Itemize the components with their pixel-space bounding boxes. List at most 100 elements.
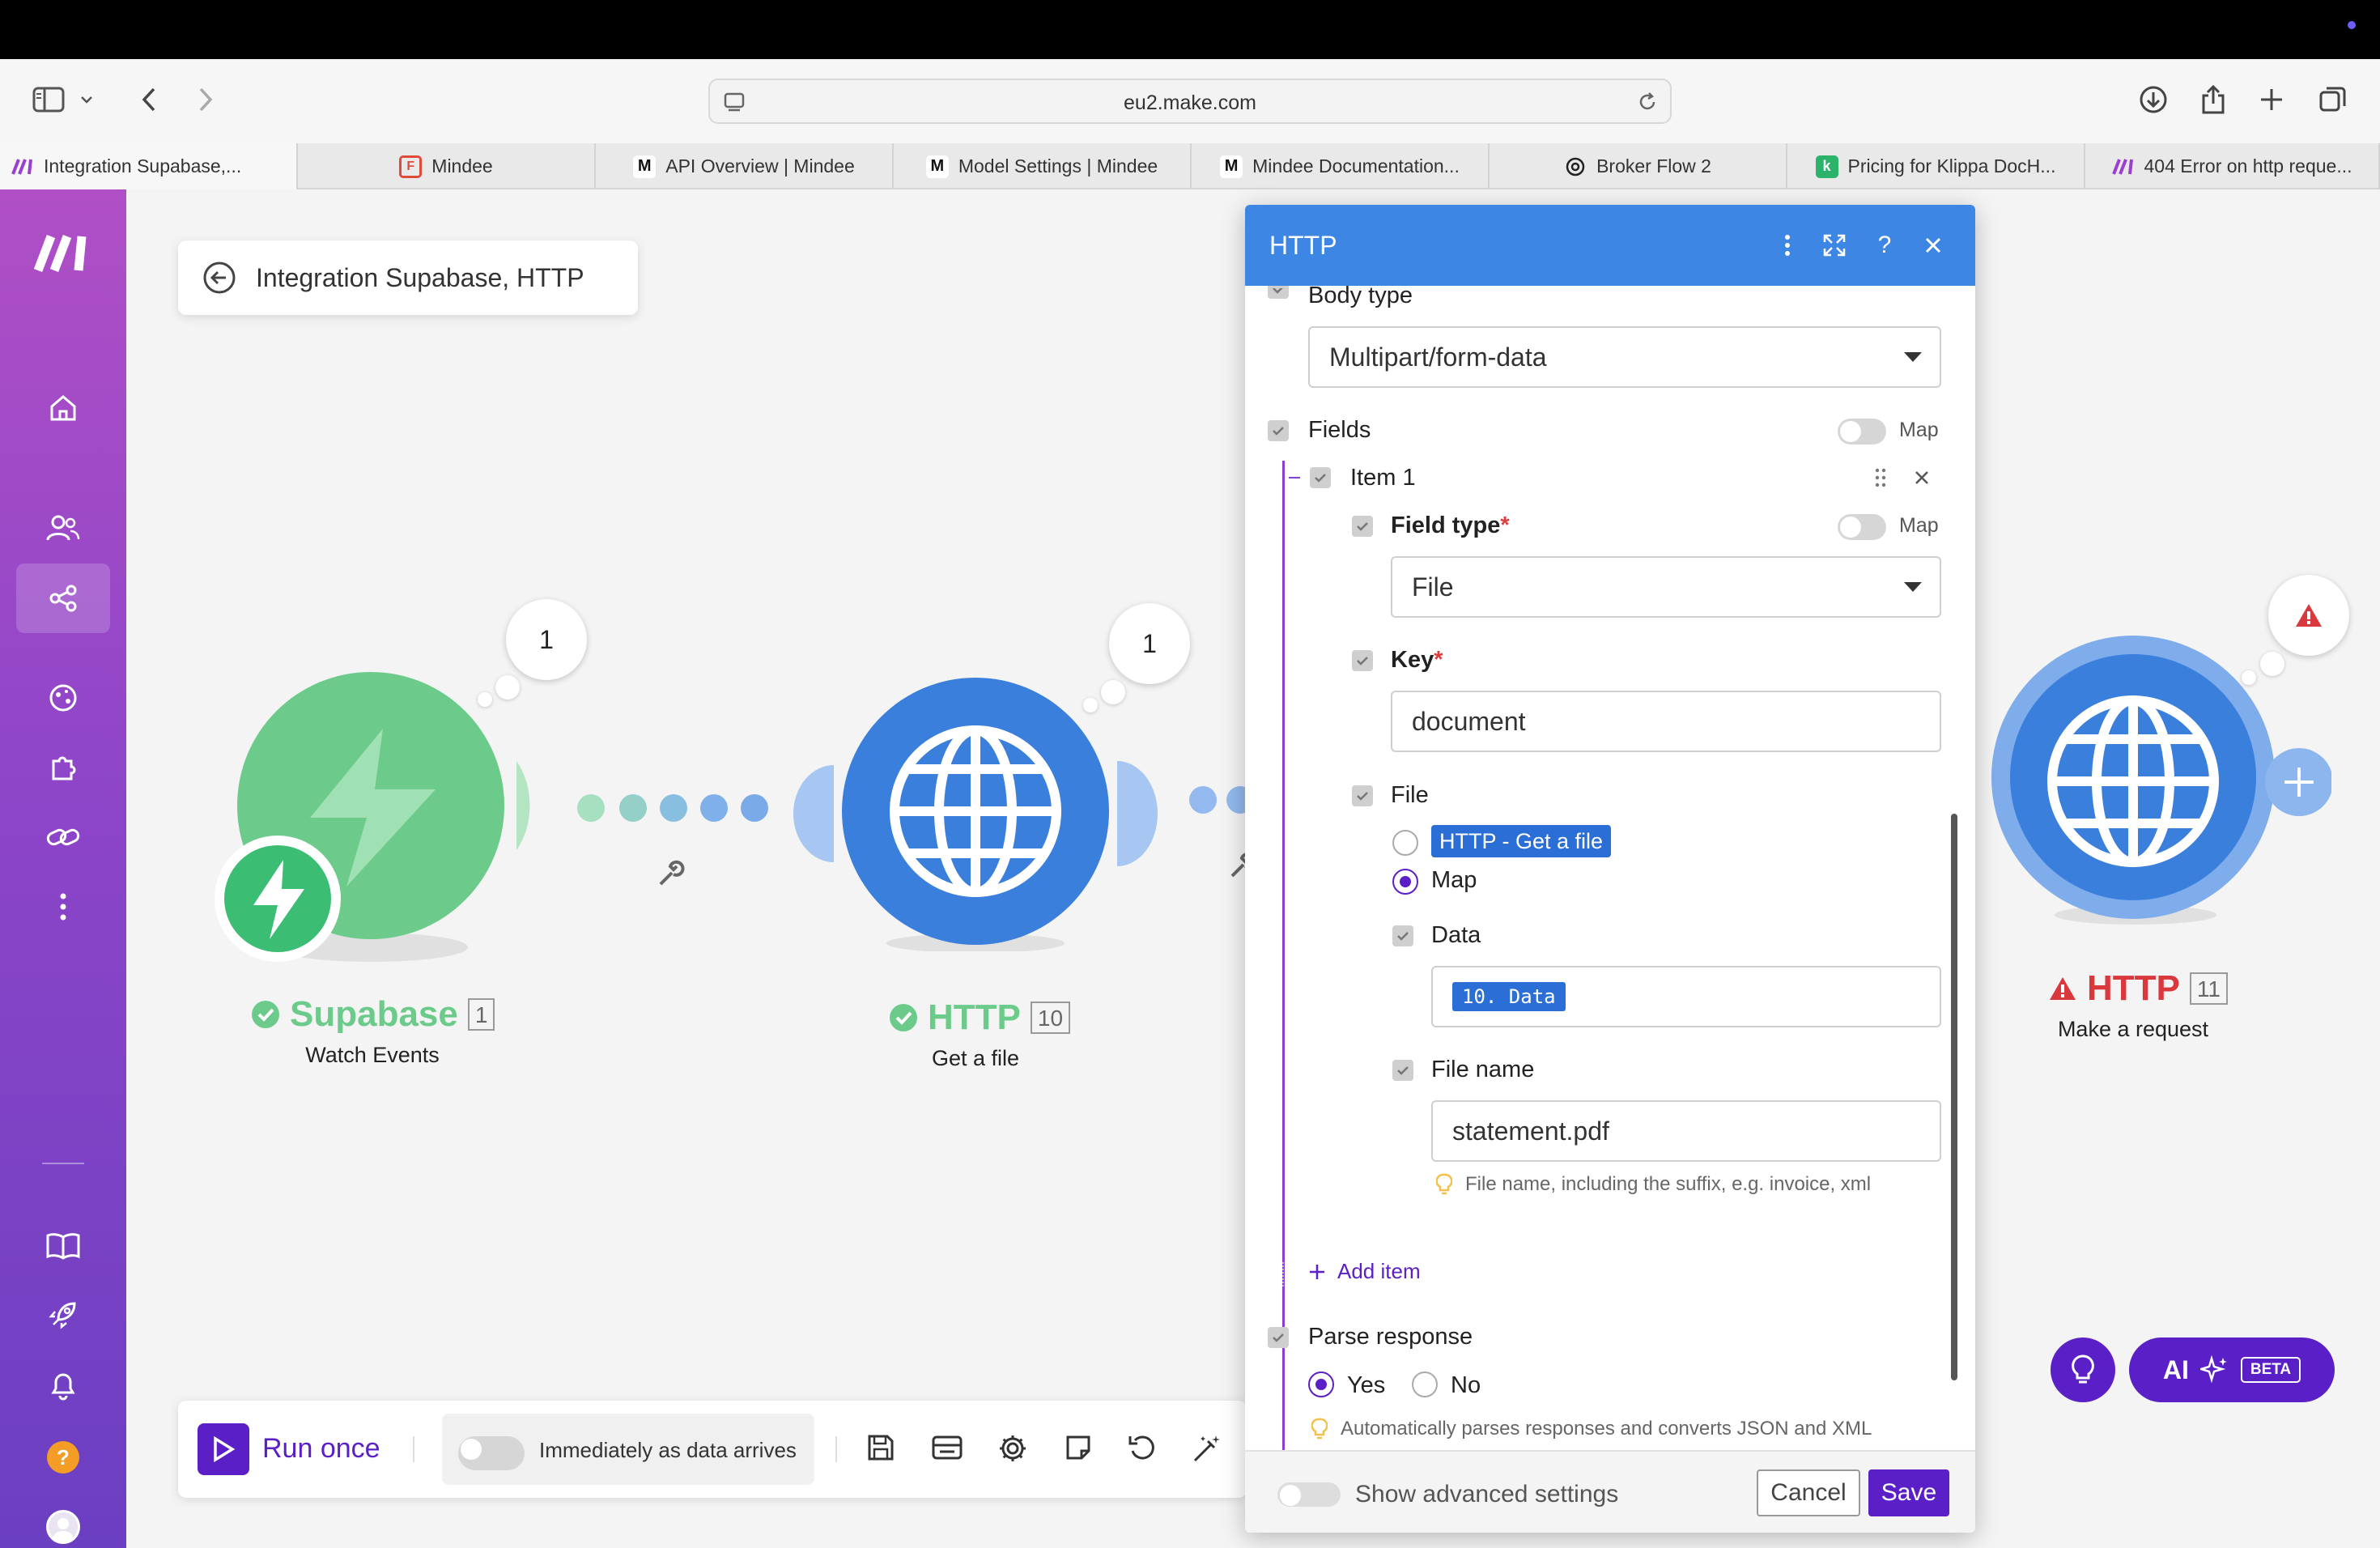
avatar[interactable] [32,1496,94,1548]
fields-map-toggle[interactable] [1838,419,1886,444]
module-name: HTTP [928,997,1021,1037]
warning-icon [2048,976,2077,1002]
key-input[interactable]: document [1391,691,1941,752]
supabase-module[interactable] [209,672,549,980]
more-vertical-icon[interactable] [32,876,94,938]
warning-bubble[interactable] [2268,575,2349,656]
undo-icon[interactable] [1127,1433,1158,1462]
rocket-icon[interactable] [32,1284,94,1346]
browser-toolbar: eu2.make.com [0,59,2380,143]
tab-label: Integration Supabase,... [44,155,242,176]
route-connector[interactable] [576,792,771,824]
file-option-http-pill[interactable]: HTTP - Get a file [1431,825,1612,857]
back-icon[interactable] [130,80,168,119]
connections-globe-icon[interactable] [32,667,94,729]
save-button[interactable]: Save [1868,1469,1949,1516]
item-checkbox[interactable] [1310,467,1331,488]
file-name-input[interactable]: statement.pdf [1431,1100,1941,1162]
note-icon[interactable] [1064,1433,1093,1462]
magic-wand-icon[interactable] [1192,1433,1222,1464]
drag-handle-icon[interactable] [1875,468,1886,487]
make-logo-icon[interactable] [29,222,97,283]
field-type-text: Field type [1391,512,1501,538]
run-once-button[interactable] [198,1423,249,1475]
field-type-map-toggle[interactable] [1838,514,1886,540]
help-question-icon[interactable]: ? [1868,229,1901,262]
back-arrow-icon[interactable] [202,261,236,295]
field-type-select[interactable]: File [1391,556,1941,618]
file-name-checkbox[interactable] [1392,1060,1413,1081]
file-source-radio-http[interactable] [1392,830,1418,856]
sidebar-toggle-icon[interactable] [29,80,68,119]
operations-bubble[interactable]: 1 [506,599,587,680]
wrench-icon[interactable] [657,858,686,887]
remove-item-icon[interactable] [1914,470,1930,486]
address-bar[interactable]: eu2.make.com [708,79,1672,124]
tab-label: Pricing for Klippa DocH... [1847,155,2056,176]
dialog-scrollbar[interactable] [1951,814,1957,1380]
scenario-settings-icon[interactable] [931,1433,963,1462]
check-circle-icon [251,1000,280,1029]
tab-404-error[interactable]: 404 Error on http reque... [2085,143,2380,189]
data-mapping-pill[interactable]: 10. Data [1452,982,1566,1011]
data-input[interactable]: 10. Data [1431,966,1941,1027]
tab-klippa-pricing[interactable]: k Pricing for Klippa DocH... [1787,143,2085,189]
schedule-control[interactable]: Immediately as data arrives [442,1414,814,1485]
add-item-button[interactable]: Add item [1308,1259,1421,1284]
fields-checkbox[interactable] [1268,420,1289,441]
body-type-checkbox[interactable] [1268,286,1289,299]
expand-icon[interactable] [1818,229,1851,262]
scenario-toolbar: Run once Immediately as data arrives [178,1401,1247,1498]
field-type-checkbox[interactable] [1352,516,1373,537]
link-icon[interactable] [32,806,94,868]
tab-integration-supabase[interactable]: Integration Supabase,... [0,143,298,189]
advanced-settings-toggle[interactable] [1277,1482,1341,1507]
file-source-radio-map[interactable] [1392,869,1418,895]
tab-overview-icon[interactable] [2314,80,2352,119]
schedule-toggle[interactable] [458,1436,525,1470]
parse-no-radio[interactable] [1412,1372,1438,1397]
http-get-file-module[interactable] [785,676,1174,951]
gear-icon[interactable] [997,1433,1028,1464]
team-icon[interactable] [32,497,94,559]
bell-icon[interactable] [32,1354,94,1415]
scenarios-nav[interactable] [16,563,110,633]
module-subtitle: Make a request [2057,1017,2209,1041]
save-icon[interactable] [866,1433,895,1462]
thought-dot [1101,680,1125,704]
body-type-select[interactable]: Multipart/form-data [1308,326,1941,388]
share-icon[interactable] [2194,80,2233,119]
key-checkbox[interactable] [1352,650,1373,671]
download-icon[interactable] [2134,80,2173,119]
data-checkbox[interactable] [1392,925,1413,946]
chevron-down-icon[interactable] [74,80,99,119]
file-checkbox[interactable] [1352,785,1373,806]
puzzle-icon[interactable] [32,737,94,798]
cancel-button[interactable]: Cancel [1757,1469,1860,1516]
tab-model-settings[interactable]: M Model Settings | Mindee [894,143,1192,189]
route-connector[interactable] [1187,784,1245,816]
lightbulb-icon [2072,1354,2094,1384]
reload-icon[interactable] [1636,91,1659,113]
home-icon[interactable] [32,377,94,439]
thought-dot [2242,670,2256,685]
more-options-icon[interactable] [1771,229,1804,262]
tab-broker-flow[interactable]: Broker Flow 2 [1490,143,1787,189]
tab-mindee-docs[interactable]: M Mindee Documentation... [1192,143,1490,189]
new-tab-icon[interactable] [2252,80,2291,119]
run-once-label[interactable]: Run once [262,1433,380,1465]
body-type-value: Multipart/form-data [1329,342,1547,372]
close-icon[interactable] [1917,229,1949,262]
field-type-label: Field type* [1391,512,1510,539]
tab-api-overview[interactable]: M API Overview | Mindee [596,143,894,189]
parse-yes-radio[interactable] [1308,1372,1334,1397]
book-icon[interactable] [32,1214,94,1276]
help-icon[interactable]: ? [32,1427,94,1488]
forward-icon[interactable] [186,80,225,119]
lightbulb-icon [1311,1418,1328,1440]
parse-response-checkbox[interactable] [1268,1327,1289,1348]
lightbulb-button[interactable] [2051,1337,2115,1402]
tab-mindee[interactable]: F Mindee [298,143,596,189]
operations-bubble[interactable]: 1 [1109,603,1190,684]
ai-assistant-button[interactable]: AI BETA [2129,1337,2335,1402]
